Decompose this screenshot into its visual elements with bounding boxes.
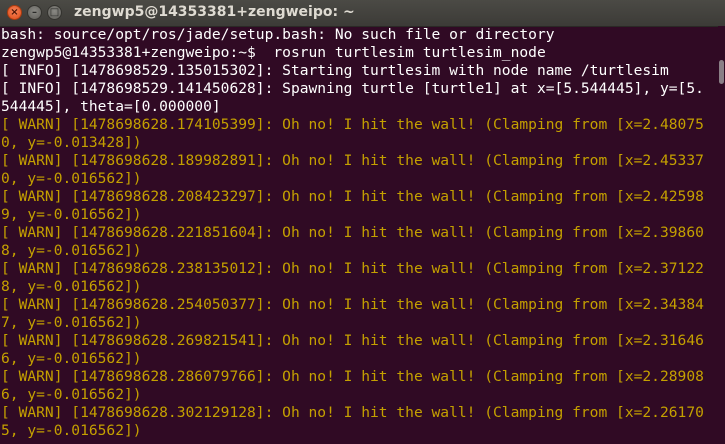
terminal-line-warn: 8, y=-0.016562]) bbox=[1, 278, 142, 295]
window-title: zengwp5@14353381+zengweipo: ~ bbox=[74, 4, 355, 20]
terminal-line-warn: [ WARN] [1478698628.208423297]: Oh no! I… bbox=[1, 188, 704, 205]
title-bar[interactable]: × – □ zengwp5@14353381+zengweipo: ~ bbox=[0, 0, 725, 27]
terminal-line: zengwp5@14353381+zengweipo:~$ rosrun tur… bbox=[1, 44, 546, 61]
terminal-line-warn: [ WARN] [1478698628.221851604]: Oh no! I… bbox=[1, 224, 704, 241]
terminal-line-warn: [ WARN] [1478698628.174105399]: Oh no! I… bbox=[1, 116, 704, 133]
scrollbar[interactable] bbox=[718, 26, 725, 444]
terminal-line-warn: [ WARN] [1478698628.302129128]: Oh no! I… bbox=[1, 404, 704, 421]
terminal-line-warn: 6, y=-0.016562]) bbox=[1, 386, 142, 403]
terminal-line-warn: 5, y=-0.016562]) bbox=[1, 422, 142, 439]
terminal-line-warn: 9, y=-0.016562]) bbox=[1, 206, 142, 223]
terminal-line-warn: [ WARN] [1478698628.254050377]: Oh no! I… bbox=[1, 296, 704, 313]
terminal-line: bash: source/opt/ros/jade/setup.bash: No… bbox=[1, 26, 555, 43]
scrollbar-thumb[interactable] bbox=[719, 60, 724, 84]
terminal-line-warn: 0, y=-0.016562]) bbox=[1, 170, 142, 187]
terminal-line-warn: 7, y=-0.016562]) bbox=[1, 314, 142, 331]
terminal-line: 544445], theta=[0.000000] bbox=[1, 98, 221, 115]
terminal-line-warn: 8, y=-0.016562]) bbox=[1, 242, 142, 259]
maximize-icon: □ bbox=[49, 6, 60, 18]
terminal-line-warn: 6, y=-0.016562]) bbox=[1, 350, 142, 367]
terminal-line-warn: [ WARN] [1478698628.189982891]: Oh no! I… bbox=[1, 152, 704, 169]
terminal-line-warn: [ WARN] [1478698628.269821541]: Oh no! I… bbox=[1, 332, 704, 349]
minimize-button[interactable]: – bbox=[27, 5, 42, 20]
close-icon: × bbox=[10, 6, 19, 18]
terminal-output[interactable]: bash: source/opt/ros/jade/setup.bash: No… bbox=[1, 26, 718, 444]
terminal-line: [ INFO] [1478698529.135015302]: Starting… bbox=[1, 62, 669, 79]
terminal-line: [ INFO] [1478698529.141450628]: Spawning… bbox=[1, 80, 704, 97]
minimize-icon: – bbox=[32, 6, 37, 18]
terminal-line-warn: 0, y=-0.013428]) bbox=[1, 134, 142, 151]
terminal-line-warn: [ WARN] [1478698628.286079766]: Oh no! I… bbox=[1, 368, 704, 385]
terminal-window: × – □ zengwp5@14353381+zengweipo: ~ bash… bbox=[0, 0, 725, 444]
terminal-line-warn: [ WARN] [1478698628.238135012]: Oh no! I… bbox=[1, 260, 704, 277]
maximize-button[interactable]: □ bbox=[47, 5, 62, 20]
close-button[interactable]: × bbox=[7, 5, 22, 20]
